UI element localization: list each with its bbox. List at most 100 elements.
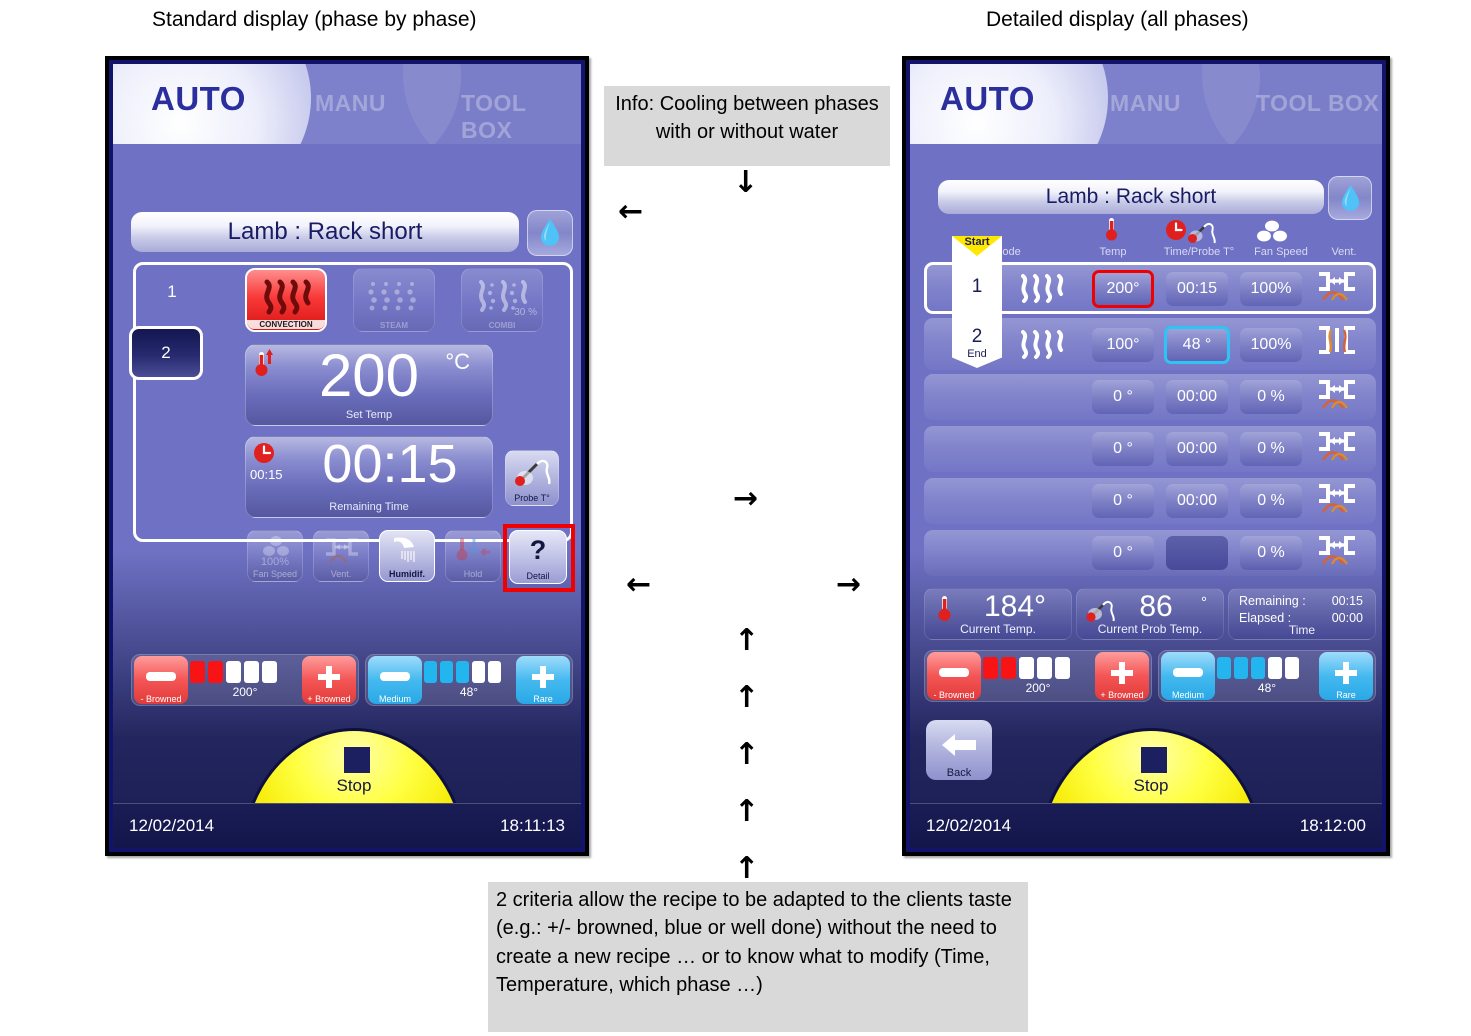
current-probe-value: 86 xyxy=(1139,590,1173,623)
criteria-pip xyxy=(208,661,223,683)
set-temp-caption: Set Temp xyxy=(345,409,393,421)
cell-time-row-4[interactable]: 00:00 xyxy=(1166,432,1228,466)
criteria-doneness-detail[interactable]: Medium 48° Rare xyxy=(1158,650,1376,702)
criteria-doneness-value-detail: 48° xyxy=(1257,681,1277,695)
cell-time-row-6[interactable] xyxy=(1166,536,1228,570)
mode-button-combi[interactable]: 30 % COMBI xyxy=(461,268,543,332)
probe-temp-button[interactable]: Probe T° xyxy=(505,450,559,506)
criteria-browned-plus[interactable]: + Browned xyxy=(302,656,356,704)
criteria-browned[interactable]: - Browned 200° + Browned xyxy=(131,654,359,706)
mode-button-convection[interactable]: CONVECTION xyxy=(245,268,327,332)
criteria-doneness-value: 48° xyxy=(459,685,479,699)
current-temp-value: 184° xyxy=(983,590,1047,623)
status-time: 18:11:13 xyxy=(500,816,565,835)
quick-icon-vent[interactable]: Vent. xyxy=(313,530,369,582)
cell-time-row-5[interactable]: 00:00 xyxy=(1166,484,1228,518)
recipe-title-bar[interactable]: Lamb : Rack short xyxy=(131,212,519,252)
quick-icon-detail[interactable]: ? Detail xyxy=(509,530,567,584)
cell-fan-row-2[interactable]: 100% xyxy=(1240,328,1302,362)
water-drop-icon xyxy=(541,219,559,246)
criteria-pip xyxy=(1285,657,1299,679)
criteria-browned-plus-label: + Browned xyxy=(307,694,351,704)
criteria-pip xyxy=(1001,657,1016,679)
cell-fan-row-3[interactable]: 0 % xyxy=(1240,380,1302,414)
criteria-doneness[interactable]: Medium 48° Rare xyxy=(365,654,573,706)
current-probe-box[interactable]: 86 ° Current Prob Temp. xyxy=(1076,588,1224,640)
convection-icon xyxy=(264,279,311,315)
probe-icon xyxy=(515,459,551,486)
criteria-browned-plus-label-detail: + Browned xyxy=(1100,690,1144,700)
water-drop-button-detail[interactable] xyxy=(1328,176,1372,220)
tab-auto[interactable]: AUTO xyxy=(151,80,246,118)
criteria-doneness-plus[interactable]: Rare xyxy=(516,656,570,704)
cell-fan-row-4[interactable]: 0 % xyxy=(1240,432,1302,466)
mode-label-combi: COMBI xyxy=(488,321,516,330)
tab-tool-box[interactable]: TOOL BOX xyxy=(461,90,581,144)
criteria-browned-plus-detail[interactable]: + Browned xyxy=(1095,652,1149,700)
criteria-pip xyxy=(472,661,485,683)
mode-button-steam[interactable]: STEAM xyxy=(353,268,435,332)
cell-fan-row-1[interactable]: 100% xyxy=(1240,272,1302,306)
remaining-time-box[interactable]: 00:15 00:15 Remaining Time xyxy=(245,434,493,518)
arrow-left-water-note: ← xyxy=(618,194,644,229)
tab-tool-box-detail[interactable]: TOOL BOX xyxy=(1256,90,1379,117)
cell-temp-row-3[interactable]: 0 ° xyxy=(1092,380,1154,414)
detailed-display-screen: AUTO MANU TOOL BOX Lamb : Rack short Mod… xyxy=(910,64,1382,848)
detail-label: Detail xyxy=(526,571,550,581)
cell-probe-row-2[interactable]: 48 ° xyxy=(1164,326,1230,364)
cell-temp-row-6[interactable]: 0 ° xyxy=(1092,536,1154,570)
quick-icon-fan-speed[interactable]: 100% Fan Speed xyxy=(247,530,303,582)
set-temp-box[interactable]: 200 °C Set Temp xyxy=(245,342,493,426)
cell-temp-row-1[interactable]: 200° xyxy=(1092,270,1154,308)
cell-fan-row-6[interactable]: 0 % xyxy=(1240,536,1302,570)
cell-temp-row-5[interactable]: 0 ° xyxy=(1092,484,1154,518)
phase-tab-2[interactable]: 2 xyxy=(129,326,203,380)
criteria-doneness-minus-detail[interactable]: Medium xyxy=(1161,652,1215,700)
criteria-browned-minus[interactable]: - Browned xyxy=(134,656,188,704)
right-panel-caption: Detailed display (all phases) xyxy=(986,8,1249,31)
remaining-time-caption: Remaining Time xyxy=(329,501,409,513)
back-label: Back xyxy=(946,767,972,779)
criteria-pip xyxy=(983,657,998,679)
vent-closed-icon-row-1 xyxy=(1319,272,1355,301)
status-bar: 12/02/2014 18:11:13 xyxy=(113,803,581,848)
fan-speed-label: Fan Speed xyxy=(252,569,298,579)
plus-icon xyxy=(318,665,340,688)
tab-manu[interactable]: MANU xyxy=(315,90,386,117)
phase-flag-end-label: End xyxy=(967,348,987,360)
convection-icon-row-1 xyxy=(1021,274,1064,303)
back-button[interactable]: Back xyxy=(926,720,992,780)
cell-temp-row-2[interactable]: 100° xyxy=(1092,328,1154,362)
quick-icon-hold[interactable]: Hold xyxy=(445,530,501,582)
criteria-doneness-plus-label-detail: Rare xyxy=(1336,690,1356,700)
criteria-browned-detail[interactable]: - Browned 200° + Browned xyxy=(924,650,1152,702)
cell-temp-row-4[interactable]: 0 ° xyxy=(1092,432,1154,466)
criteria-pip xyxy=(1055,657,1070,679)
current-probe-unit: ° xyxy=(1201,594,1207,611)
tab-auto-detail[interactable]: AUTO xyxy=(940,80,1035,118)
criteria-doneness-minus[interactable]: Medium xyxy=(368,656,422,704)
tab-manu-detail[interactable]: MANU xyxy=(1110,90,1181,117)
vent-closed-icon-row-6 xyxy=(1319,536,1355,565)
cell-time-row-3[interactable]: 00:00 xyxy=(1166,380,1228,414)
remaining-time-small: 00:15 xyxy=(250,467,283,482)
remaining-value: 00:15 xyxy=(1331,594,1363,608)
quick-icon-humidifier[interactable]: Humidif. xyxy=(379,530,435,582)
criteria-pip xyxy=(1217,657,1231,679)
vent-icon xyxy=(326,538,358,563)
current-temp-box[interactable]: 184° Current Temp. xyxy=(924,588,1072,640)
criteria-browned-minus-detail[interactable]: - Browned xyxy=(927,652,981,700)
recipe-title-bar-detail[interactable]: Lamb : Rack short xyxy=(938,180,1324,214)
phase-tab-1[interactable]: 1 xyxy=(137,266,207,318)
criteria-pip xyxy=(190,661,205,683)
arrow-up-criteria-3: ↑ xyxy=(734,737,760,772)
criteria-doneness-plus-detail[interactable]: Rare xyxy=(1319,652,1373,700)
fan-icon-header xyxy=(1257,220,1287,242)
criteria-browned-value-detail: 200° xyxy=(1025,681,1051,695)
vent-closed-icon-row-4 xyxy=(1319,432,1355,461)
vent-label: Vent. xyxy=(330,569,352,579)
water-drop-button[interactable] xyxy=(527,210,573,256)
cell-fan-row-5[interactable]: 0 % xyxy=(1240,484,1302,518)
probe-icon-current xyxy=(1086,601,1115,622)
cell-time-row-1[interactable]: 00:15 xyxy=(1166,272,1228,306)
